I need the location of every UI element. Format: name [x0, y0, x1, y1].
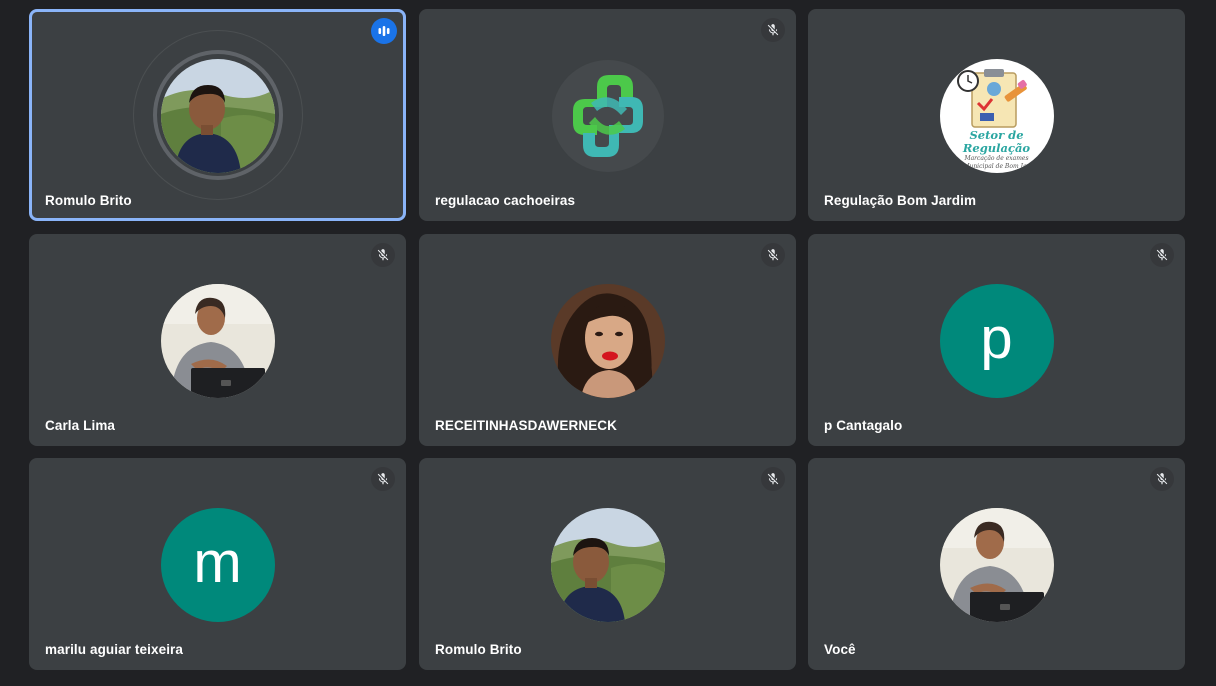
logo-text: Setor de Regulação Marcação de exames a …: [957, 128, 1036, 171]
participant-tile-p-cantagalo[interactable]: p p Cantagalo: [808, 234, 1185, 446]
participant-tile-romulo-brito-2[interactable]: Romulo Brito: [419, 458, 796, 670]
avatar-letter: m: [193, 529, 242, 595]
mic-off-icon: [371, 243, 395, 267]
participant-tile-carla-lima[interactable]: Carla Lima: [29, 234, 406, 446]
participant-name: p Cantagalo: [824, 418, 903, 433]
participant-tile-regulacao-bom-jardim[interactable]: Setor de Regulação Marcação de exames a …: [808, 9, 1185, 221]
avatar: [550, 284, 665, 398]
mic-off-icon: [371, 467, 395, 491]
avatar: [550, 59, 665, 173]
participant-name: Romulo Brito: [45, 193, 132, 208]
participant-tile-romulo-brito[interactable]: Romulo Brito: [29, 9, 406, 221]
participant-tile-marilu-aguiar-teixeira[interactable]: m marilu aguiar teixeira: [29, 458, 406, 670]
participant-tile-receitinhasdawerneck[interactable]: RECEITINHASDAWERNECK: [419, 234, 796, 446]
participant-grid: Romulo Brito regulacao cachoeiras Setor …: [0, 0, 1216, 686]
avatar: [550, 508, 665, 622]
avatar: [160, 59, 275, 173]
mic-off-icon: [1150, 243, 1174, 267]
mic-off-icon: [761, 243, 785, 267]
avatar: p: [939, 284, 1054, 398]
participant-name: Carla Lima: [45, 418, 116, 433]
avatar: Setor de Regulação Marcação de exames a …: [939, 59, 1054, 173]
participant-name: marilu aguiar teixeira: [45, 642, 184, 657]
participant-tile-voce[interactable]: Você: [808, 458, 1185, 670]
avatar: [939, 508, 1054, 622]
mic-off-icon: [761, 18, 785, 42]
avatar: [160, 284, 275, 398]
participant-name: Você: [824, 642, 856, 657]
participant-name: Romulo Brito: [435, 642, 522, 657]
avatar-letter: p: [980, 305, 1013, 371]
mic-off-icon: [1150, 467, 1174, 491]
participant-name: RECEITINHASDAWERNECK: [435, 418, 618, 433]
avatar: m: [160, 508, 275, 622]
mic-off-icon: [761, 467, 785, 491]
participant-tile-regulacao-cachoeiras[interactable]: regulacao cachoeiras: [419, 9, 796, 221]
participant-name: Regulação Bom Jardim: [824, 193, 977, 208]
speaking-indicator-icon: [371, 18, 397, 44]
participant-name: regulacao cachoeiras: [435, 193, 576, 208]
